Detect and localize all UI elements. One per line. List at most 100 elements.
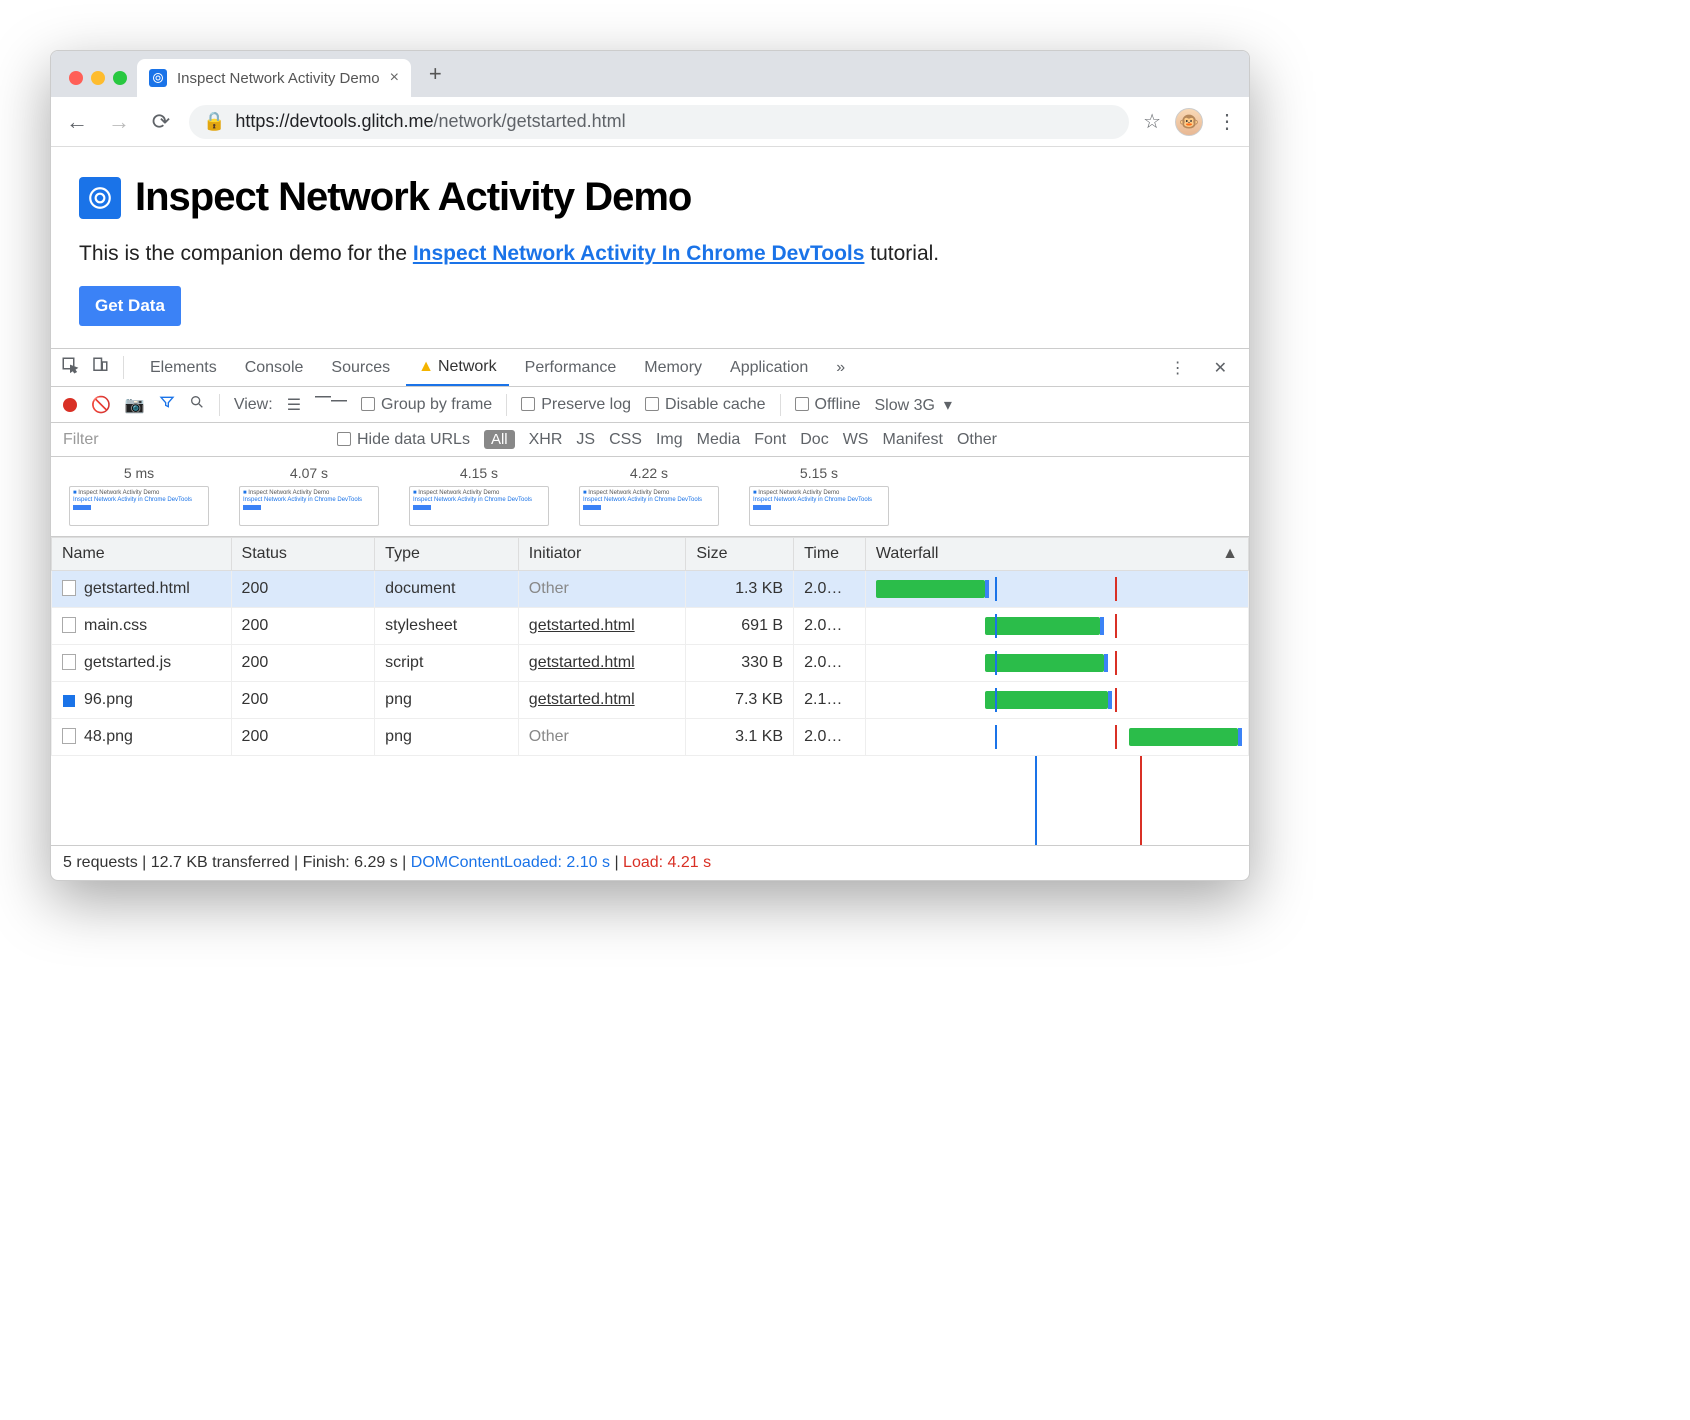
table-row[interactable]: 96.png200pnggetstarted.html7.3 KB2.1… [52, 682, 1249, 719]
tab-network[interactable]: ▲Network [406, 350, 509, 386]
status-load: Load: 4.21 s [623, 854, 711, 871]
filter-type-all[interactable]: All [484, 430, 515, 449]
filmstrip-frame[interactable]: 4.07 s■ Inspect Network Activity DemoIns… [239, 465, 379, 528]
browser-toolbar: ← → ⟳ 🔒 https://devtools.glitch.me/netwo… [51, 97, 1249, 147]
filter-toggle-icon[interactable] [159, 394, 175, 415]
tab-elements[interactable]: Elements [138, 351, 229, 385]
col-time[interactable]: Time [794, 538, 866, 571]
filter-type-font[interactable]: Font [754, 431, 786, 448]
table-header-row: NameStatusTypeInitiatorSizeTimeWaterfall… [52, 538, 1249, 571]
browser-tab[interactable]: Inspect Network Activity Demo × [137, 59, 411, 97]
network-status-bar: 5 requests | 12.7 KB transferred | Finis… [51, 846, 1249, 880]
devtools-tabs: Elements Console Sources ▲Network Perfor… [51, 349, 1249, 387]
minimize-window-icon[interactable] [91, 71, 105, 85]
window-controls [61, 71, 137, 97]
filter-type-img[interactable]: Img [656, 431, 683, 448]
hide-data-urls-checkbox[interactable]: Hide data URLs [337, 431, 470, 449]
inspect-element-icon[interactable] [61, 356, 79, 379]
clear-icon[interactable]: 🚫 [91, 395, 111, 415]
col-name[interactable]: Name [52, 538, 232, 571]
filter-type-css[interactable]: CSS [609, 431, 642, 448]
col-type[interactable]: Type [375, 538, 519, 571]
table-row[interactable]: getstarted.js200scriptgetstarted.html330… [52, 645, 1249, 682]
maximize-window-icon[interactable] [113, 71, 127, 85]
large-rows-icon[interactable]: ☰ [287, 395, 301, 415]
filmstrip: 5 ms■ Inspect Network Activity DemoInspe… [51, 457, 1249, 537]
devtools-close-icon[interactable]: ✕ [1202, 350, 1239, 386]
tab-title: Inspect Network Activity Demo [177, 70, 380, 87]
filter-type-other[interactable]: Other [957, 431, 997, 448]
preserve-log-checkbox[interactable]: Preserve log [521, 396, 631, 414]
status-dcl: DOMContentLoaded: 2.10 s [411, 854, 610, 871]
filter-type-ws[interactable]: WS [843, 431, 869, 448]
tutorial-link[interactable]: Inspect Network Activity In Chrome DevTo… [413, 242, 865, 265]
tabs-overflow-icon[interactable]: » [824, 351, 857, 385]
filter-type-manifest[interactable]: Manifest [882, 431, 942, 448]
initiator-link[interactable]: getstarted.html [529, 691, 635, 708]
status-finish: Finish: 6.29 s [303, 854, 398, 871]
col-size[interactable]: Size [686, 538, 794, 571]
lock-icon: 🔒 [203, 111, 225, 132]
browser-window: Inspect Network Activity Demo × + ← → ⟳ … [50, 50, 1250, 881]
view-label: View: [234, 396, 273, 414]
reload-button[interactable]: ⟳ [147, 109, 175, 135]
tab-sources[interactable]: Sources [319, 351, 402, 385]
initiator-link[interactable]: getstarted.html [529, 654, 635, 671]
filter-types: All XHR JS CSS Img Media Font Doc WS Manifest Othe… [484, 431, 1011, 449]
filter-type-xhr[interactable]: XHR [529, 431, 563, 448]
col-status[interactable]: Status [231, 538, 375, 571]
network-filter-bar: Filter Hide data URLs All XHR JS CSS Img Medi… [51, 423, 1249, 457]
menu-icon[interactable]: ⋮ [1217, 109, 1237, 134]
close-window-icon[interactable] [69, 71, 83, 85]
get-data-button[interactable]: Get Data [79, 286, 181, 326]
tab-performance[interactable]: Performance [513, 351, 629, 385]
filmstrip-frame[interactable]: 4.15 s■ Inspect Network Activity DemoIns… [409, 465, 549, 528]
page-title: Inspect Network Activity Demo [79, 175, 1221, 220]
warning-icon: ▲ [418, 358, 434, 375]
profile-avatar[interactable]: 🐵 [1175, 108, 1203, 136]
col-waterfall[interactable]: Waterfall▲ [865, 538, 1248, 571]
initiator-link[interactable]: getstarted.html [529, 617, 635, 634]
filter-input[interactable]: Filter [63, 431, 323, 449]
network-toolbar: 🚫 📷 View: ☰ ⎺⎻ Group by frame Preserve l… [51, 387, 1249, 423]
capture-screenshots-icon[interactable]: 📷 [125, 395, 145, 415]
device-toolbar-icon[interactable] [91, 356, 109, 379]
filter-type-media[interactable]: Media [697, 431, 741, 448]
table-row[interactable]: 48.png200pngOther3.1 KB2.0… [52, 719, 1249, 756]
tab-console[interactable]: Console [233, 351, 316, 385]
table-row[interactable]: getstarted.html200documentOther1.3 KB2.0… [52, 571, 1249, 608]
bookmark-icon[interactable]: ☆ [1143, 109, 1161, 134]
filmstrip-frame[interactable]: 4.22 s■ Inspect Network Activity DemoIns… [579, 465, 719, 528]
page-heading-text: Inspect Network Activity Demo [135, 175, 691, 220]
page-logo-icon [79, 177, 121, 219]
favicon-icon [149, 69, 167, 87]
table-row[interactable]: main.css200stylesheetgetstarted.html691 … [52, 608, 1249, 645]
overview-toggle-icon[interactable]: ⎺⎻ [315, 396, 347, 414]
filmstrip-frame[interactable]: 5 ms■ Inspect Network Activity DemoInspe… [69, 465, 209, 528]
col-initiator[interactable]: Initiator [518, 538, 686, 571]
network-table: NameStatusTypeInitiatorSizeTimeWaterfall… [51, 537, 1249, 756]
devtools-menu-icon[interactable]: ⋮ [1158, 350, 1198, 386]
filter-type-doc[interactable]: Doc [800, 431, 828, 448]
table-empty-area [51, 756, 1249, 846]
forward-button[interactable]: → [105, 109, 133, 135]
group-by-frame-checkbox[interactable]: Group by frame [361, 396, 492, 414]
tab-strip: Inspect Network Activity Demo × + [51, 51, 1249, 97]
tab-memory[interactable]: Memory [632, 351, 714, 385]
page-content: Inspect Network Activity Demo This is th… [51, 147, 1249, 348]
filmstrip-frame[interactable]: 5.15 s■ Inspect Network Activity DemoIns… [749, 465, 889, 528]
new-tab-button[interactable]: + [411, 61, 460, 97]
disable-cache-checkbox[interactable]: Disable cache [645, 396, 766, 414]
throttling-select[interactable]: Slow 3G ▾ [874, 395, 951, 415]
devtools-panel: Elements Console Sources ▲Network Perfor… [51, 348, 1249, 880]
back-button[interactable]: ← [63, 109, 91, 135]
close-tab-icon[interactable]: × [390, 69, 399, 87]
page-intro: This is the companion demo for the Inspe… [79, 242, 1221, 266]
tab-application[interactable]: Application [718, 351, 820, 385]
offline-checkbox[interactable]: Offline [795, 396, 861, 414]
filter-type-js[interactable]: JS [576, 431, 595, 448]
address-bar[interactable]: 🔒 https://devtools.glitch.me/network/get… [189, 105, 1129, 139]
record-button[interactable] [63, 398, 77, 412]
status-requests: 5 requests [63, 854, 138, 871]
search-icon[interactable] [189, 394, 205, 415]
